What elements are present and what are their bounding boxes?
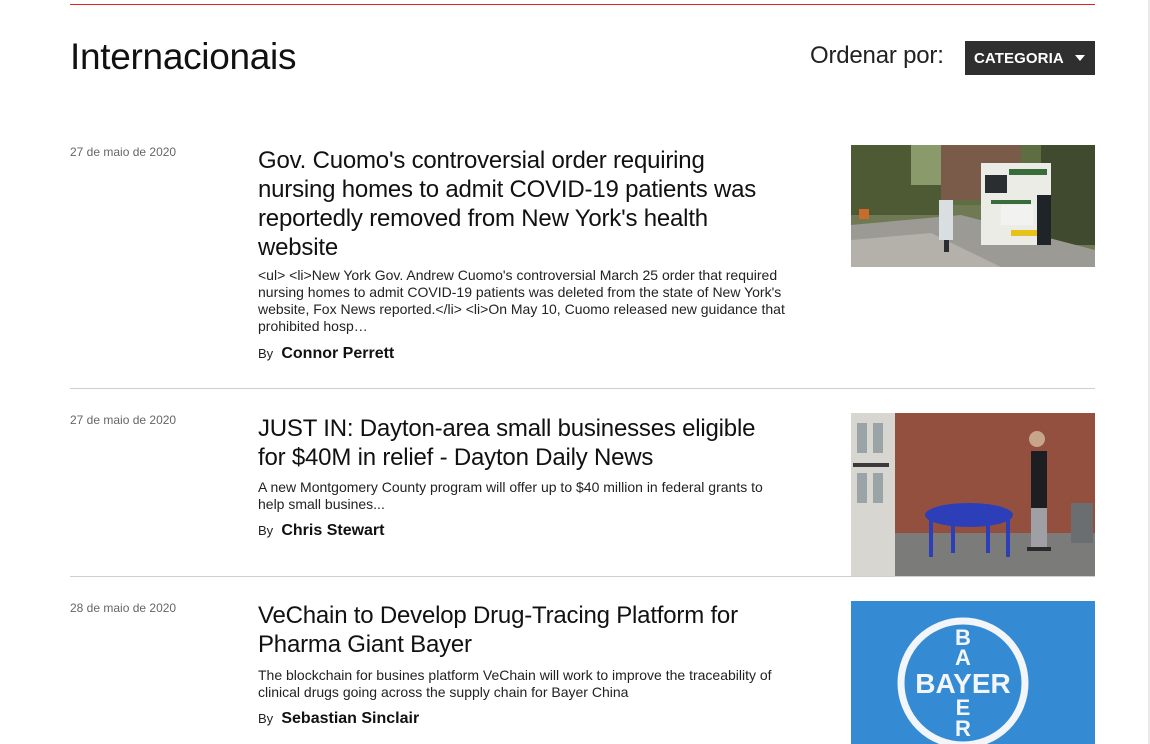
caret-down-icon [1075,55,1085,61]
sort-selected-value: CATEGORIA [974,49,1064,67]
article-byline: By Connor Perrett [258,345,394,363]
article-date: 27 de maio de 2020 [70,413,177,427]
article-date: 27 de maio de 2020 [70,145,177,159]
svg-text:A: A [955,645,971,670]
article-title-link[interactable]: JUST IN: Dayton-area small businesses el… [258,414,788,472]
sort-label: Ordenar por: [810,42,944,69]
byline-prefix: By [258,523,274,538]
article-date: 28 de maio de 2020 [70,601,177,615]
article-thumbnail[interactable] [851,145,1095,267]
author-link[interactable]: Connor Perrett [281,345,394,362]
article-thumbnail[interactable] [851,413,1095,576]
author-link[interactable]: Sebastian Sinclair [281,710,419,727]
article-title-link[interactable]: VeChain to Develop Drug-Tracing Platform… [258,601,788,659]
sort-dropdown[interactable]: CATEGORIA [965,41,1095,75]
article-summary: <ul> <li>New York Gov. Andrew Cuomo's co… [258,267,785,334]
article-item: 28 de maio de 2020 VeChain to Develop Dr… [70,601,1095,744]
byline-prefix: By [258,346,274,361]
author-link[interactable]: Chris Stewart [281,522,384,539]
article-title-link[interactable]: Gov. Cuomo's controversial order requiri… [258,146,788,262]
section-title: Internacionais [70,36,297,77]
article-summary: The blockchain for busines platform VeCh… [258,667,772,700]
article-item: 27 de maio de 2020 JUST IN: Dayton-area … [70,413,1095,578]
article-divider [70,388,1095,389]
article-byline: By Sebastian Sinclair [258,710,419,728]
article-thumbnail[interactable]: BAYER B A E R [851,601,1095,744]
article-summary: A new Montgomery County program will off… [258,479,763,512]
byline-prefix: By [258,711,274,726]
article-divider [70,576,1095,577]
top-accent-rule [70,4,1095,5]
article-item: 27 de maio de 2020 Gov. Cuomo's controve… [70,145,1095,375]
svg-text:R: R [955,716,971,741]
article-byline: By Chris Stewart [258,522,384,540]
